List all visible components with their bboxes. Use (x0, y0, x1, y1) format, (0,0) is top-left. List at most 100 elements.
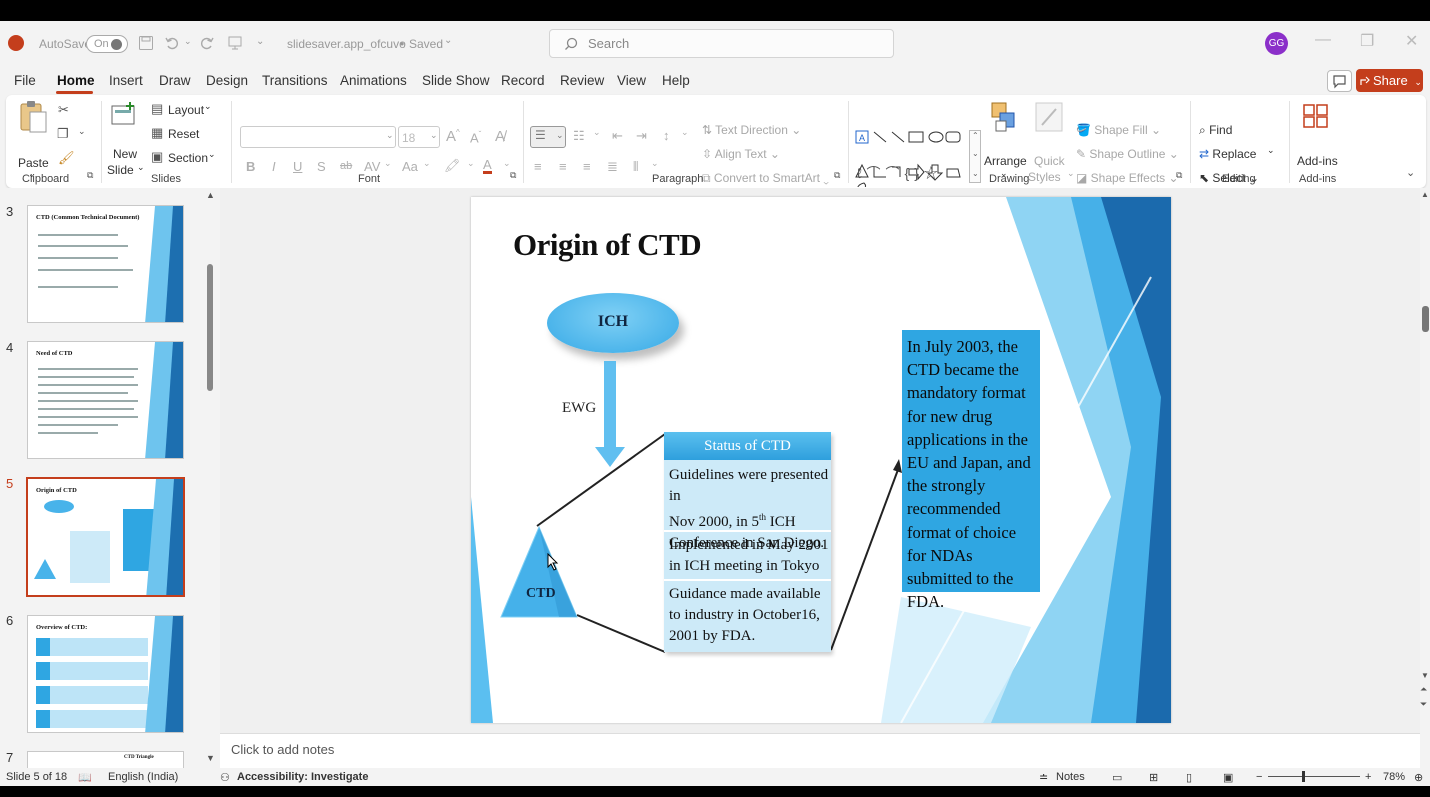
replace-chevron-icon[interactable]: ⌄ (1267, 145, 1275, 156)
shapes-more-icon[interactable]: ⌄ (972, 169, 979, 178)
save-status-chevron-icon[interactable]: ⌄ (444, 35, 452, 46)
undo-dropdown-icon[interactable]: ⌄ (184, 36, 192, 47)
bold-button[interactable]: B (246, 159, 255, 174)
numbering-icon[interactable]: ☷ (573, 128, 585, 144)
normal-view-icon[interactable]: ▭ (1112, 771, 1122, 784)
slide-thumbnail-5[interactable]: Origin of CTD (24, 475, 187, 599)
tab-help[interactable]: Help (662, 73, 690, 88)
notes-button[interactable]: Notes (1056, 771, 1085, 783)
columns-icon[interactable]: ⫴ (633, 159, 638, 175)
canvas-scroll-up-icon[interactable]: ▲ (1421, 190, 1429, 199)
tab-record[interactable]: Record (501, 73, 545, 88)
zoom-in-icon[interactable]: + (1365, 771, 1371, 783)
scroll-up-icon[interactable]: ▲ (206, 190, 215, 200)
tab-animations[interactable]: Animations (340, 73, 407, 88)
status-of-ctd-table[interactable]: Status of CTD Guidelines were presented … (664, 432, 831, 652)
user-avatar[interactable]: GG (1265, 32, 1288, 55)
italic-button[interactable]: I (272, 159, 276, 174)
document-filename[interactable]: slidesaver.app_ofcuvo (287, 37, 406, 51)
thumbnail-scrollbar[interactable]: ▲ ▼ (204, 188, 216, 768)
quick-styles-icon[interactable] (1034, 101, 1064, 133)
highlight-icon[interactable]: 🖍 (444, 158, 461, 174)
accessibility-status[interactable]: Accessibility: Investigate (237, 771, 368, 783)
replace-button[interactable]: ⇄ Replace (1199, 147, 1256, 161)
shape-outline-button[interactable]: ✎ Shape Outline ⌄ (1076, 147, 1179, 161)
arrange-icon[interactable] (990, 101, 1020, 133)
highlight-chevron-icon[interactable]: ⌄ (467, 158, 475, 169)
font-color-button[interactable]: A (483, 158, 492, 174)
tab-review[interactable]: Review (560, 73, 604, 88)
shape-effects-button[interactable]: ◪ Shape Effects ⌄ (1076, 171, 1179, 185)
cut-icon[interactable]: ✂ (58, 102, 69, 118)
slide-counter[interactable]: Slide 5 of 18 (6, 771, 67, 783)
current-slide[interactable]: Origin of CTD ICH EWG CTD Status of CTD … (471, 197, 1171, 723)
save-icon[interactable] (138, 35, 154, 51)
tab-file[interactable]: File (14, 73, 36, 88)
font-name-chevron-icon[interactable]: ⌄ (386, 130, 394, 141)
bullets-button[interactable]: ☰ ⌄ (530, 126, 566, 148)
tab-slide-show[interactable]: Slide Show (422, 73, 490, 88)
quick-styles-label-1[interactable]: Quick (1034, 154, 1065, 168)
shapes-scroll[interactable]: ⌃ ⌄ ⌄ (969, 130, 981, 183)
layout-button[interactable]: Layout (168, 103, 204, 117)
decrease-font-icon[interactable]: Aˇ (470, 130, 481, 145)
section-icon[interactable]: ▣ (151, 149, 163, 165)
clipboard-launcher-icon[interactable]: ⧉ (87, 170, 93, 181)
canvas-scrollbar[interactable]: ▲ ▼ ⏶ ⏷ (1420, 188, 1430, 733)
maximize-icon[interactable]: ❐ (1360, 31, 1374, 51)
redo-icon[interactable] (199, 35, 215, 51)
copy-icon[interactable]: ❐ (57, 126, 69, 142)
add-ins-icon[interactable] (1302, 103, 1330, 129)
shape-fill-button[interactable]: 🪣 Shape Fill ⌄ (1076, 123, 1161, 137)
underline-button[interactable]: U (293, 159, 302, 174)
slide-sorter-icon[interactable]: ⊞ (1149, 771, 1158, 784)
numbering-chevron-icon[interactable]: ⌄ (593, 127, 601, 138)
ribbon-collapse-icon[interactable]: ⌄ (1406, 166, 1415, 179)
tab-transitions[interactable]: Transitions (262, 73, 328, 88)
character-spacing-chevron-icon[interactable]: ⌄ (384, 158, 392, 169)
add-ins-button[interactable]: Add-ins (1297, 154, 1338, 168)
font-color-chevron-icon[interactable]: ⌄ (503, 158, 511, 169)
increase-font-icon[interactable]: A^ (446, 128, 460, 145)
align-right-icon[interactable]: ≡ (583, 159, 591, 174)
shapes-freeform-row-icon[interactable]: ℓ⌒⌒{}☆ (857, 163, 943, 183)
section-chevron-icon[interactable]: ⌄ (208, 149, 216, 160)
font-launcher-icon[interactable]: ⧉ (510, 170, 516, 181)
next-slide-icon[interactable]: ⏷ (1420, 699, 1427, 710)
change-case-button[interactable]: Aa (402, 159, 418, 174)
slide-thumbnail-6[interactable]: Overview of CTD: (27, 615, 184, 733)
notes-icon[interactable]: ≐ (1039, 771, 1048, 784)
shapes-scroll-up-icon[interactable]: ⌃ (972, 131, 979, 140)
font-size-box[interactable]: 18 ⌄ (398, 126, 440, 148)
scrollbar-thumb[interactable] (207, 264, 213, 391)
share-chevron-icon[interactable]: ⌄ (1414, 77, 1422, 87)
layout-icon[interactable]: ▤ (151, 101, 163, 117)
undo-icon[interactable] (164, 35, 180, 51)
spelling-icon[interactable]: 📖 (78, 771, 92, 784)
ctd-triangle[interactable] (497, 523, 581, 627)
zoom-slider-thumb[interactable] (1302, 771, 1305, 782)
notes-pane[interactable]: Click to add notes (220, 733, 1420, 768)
accessibility-icon[interactable]: ⚇ (220, 771, 230, 784)
decrease-indent-icon[interactable]: ⇤ (612, 128, 623, 144)
slide-thumbnail-4[interactable]: Need of CTD (27, 341, 184, 459)
text-direction-button[interactable]: ⇅ Text Direction ⌄ (702, 123, 801, 137)
align-text-button[interactable]: ⇳ Align Text ⌄ (702, 147, 780, 161)
minimize-icon[interactable]: — (1315, 31, 1331, 49)
fit-to-window-icon[interactable]: ⊕ (1414, 771, 1423, 784)
new-slide-label-2[interactable]: Slide (107, 163, 134, 177)
increase-indent-icon[interactable]: ⇥ (636, 128, 647, 144)
previous-slide-icon[interactable]: ⏶ (1420, 684, 1427, 695)
tab-home[interactable]: Home (57, 73, 95, 88)
drawing-launcher-icon[interactable]: ⧉ (1176, 170, 1182, 181)
comments-button[interactable] (1327, 70, 1352, 92)
line-spacing-icon[interactable]: ↕ (663, 128, 670, 143)
quick-styles-chevron-icon[interactable]: ⌄ (1067, 168, 1075, 179)
new-slide-chevron-icon[interactable]: ⌄ (137, 162, 145, 173)
search-box[interactable]: Search (549, 29, 894, 58)
paste-icon[interactable] (18, 100, 48, 134)
tab-insert[interactable]: Insert (109, 73, 143, 88)
customize-qat-icon[interactable]: ⌄ (256, 36, 264, 47)
share-button[interactable]: Share ⌄ (1356, 69, 1423, 92)
autosave-toggle[interactable]: On (86, 35, 128, 53)
